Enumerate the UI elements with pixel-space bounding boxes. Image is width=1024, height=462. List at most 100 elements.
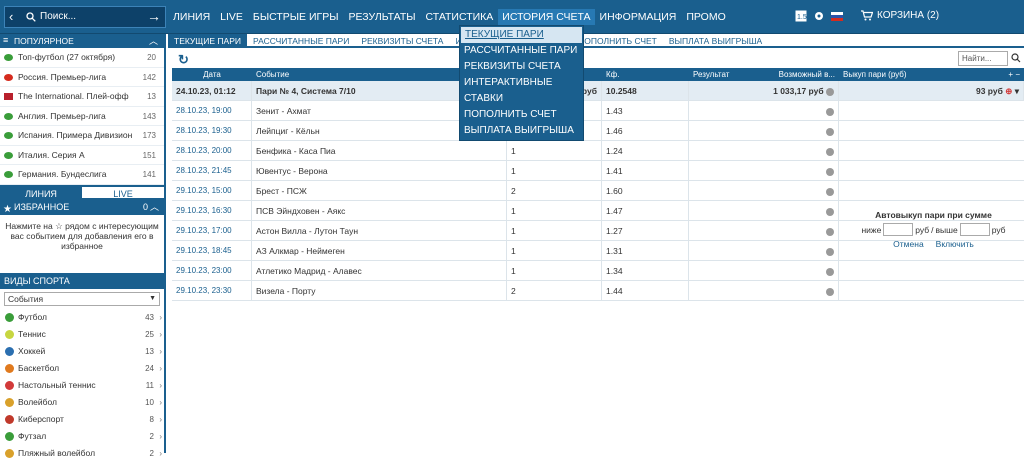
- sport-item[interactable]: Баскетбол 24 ›: [0, 360, 164, 377]
- popular-item-count: 151: [142, 150, 156, 160]
- sport-item[interactable]: Теннис 25 ›: [0, 326, 164, 343]
- row-kf: 1.47: [602, 201, 689, 220]
- row-event: Ювентус - Верона: [252, 161, 507, 180]
- sport-icon: [5, 312, 14, 322]
- popular-item[interactable]: Германия. Бундеслига 141: [0, 165, 164, 185]
- sport-icon: [5, 363, 14, 373]
- search-box[interactable]: ‹ Поиск... →: [4, 6, 166, 28]
- odds-format-icon[interactable]: 1.5: [795, 10, 807, 22]
- tab-1[interactable]: ТЕКУЩИЕ ПАРИ: [168, 34, 247, 46]
- popular-header[interactable]: ≡ ПОПУЛЯРНОЕ ︿: [0, 34, 164, 48]
- row-kf: 1.27: [602, 221, 689, 240]
- search-icon[interactable]: [1011, 53, 1021, 63]
- sidebar-tabs: ЛИНИЯ LIVE: [0, 184, 164, 199]
- nav-item[interactable]: ИНФОРМАЦИЯ: [595, 0, 682, 34]
- bet-summary-row[interactable]: 24.10.23, 01:12 Пари № 4, Система 7/10 1…: [172, 81, 1024, 101]
- row-date: 29.10.23, 23:00: [172, 261, 252, 280]
- expand-collapse-icon[interactable]: + −: [1008, 68, 1020, 81]
- tab-live[interactable]: LIVE: [82, 187, 164, 199]
- dropdown-item[interactable]: РАССЧИТАННЫЕ ПАРИ: [460, 43, 583, 59]
- table-row[interactable]: 28.10.23, 21:45 Ювентус - Верона 1 1.41: [172, 161, 1024, 181]
- tab-2[interactable]: РАССЧИТАННЫЕ ПАРИ: [247, 34, 355, 46]
- col-possible-label: Возможный в...: [778, 70, 835, 79]
- sport-item[interactable]: Футбол 43 ›: [0, 309, 164, 326]
- arrow-right-icon[interactable]: →: [147, 8, 161, 24]
- sport-item[interactable]: Футзал 2 ›: [0, 428, 164, 445]
- sport-item[interactable]: Волейбол 10 ›: [0, 394, 164, 411]
- cancel-button[interactable]: Отмена: [893, 239, 924, 249]
- nav-item[interactable]: РЕЗУЛЬТАТЫ: [344, 0, 421, 34]
- below-label: ниже: [861, 224, 882, 235]
- sport-item[interactable]: Хоккей 13 ›: [0, 343, 164, 360]
- sport-count: 8: [149, 414, 154, 424]
- table-row[interactable]: 28.10.23, 19:00Зенит - Ахмат11.43: [172, 101, 1024, 121]
- search-input[interactable]: Поиск...: [40, 11, 76, 22]
- clock-icon: [826, 287, 834, 296]
- row-date: 29.10.23, 15:00: [172, 181, 252, 200]
- cart-button[interactable]: КОРЗИНА (2): [861, 10, 939, 21]
- clock-icon: [826, 227, 834, 236]
- nav-item[interactable]: ЛИНИЯ: [168, 0, 215, 34]
- tab-3[interactable]: РЕКВИЗИТЫ СЧЕТА: [355, 34, 449, 46]
- dropdown-item[interactable]: ТЕКУЩИЕ ПАРИ: [461, 27, 582, 43]
- popular-title: ПОПУЛЯРНОЕ: [14, 36, 74, 46]
- table-row[interactable]: 29.10.23, 23:30 Визела - Порту 2 1.44: [172, 281, 1024, 301]
- row-date: 29.10.23, 23:30: [172, 281, 252, 300]
- tab-6[interactable]: ВЫПЛАТА ВЫИГРЫША: [663, 34, 768, 46]
- popular-item[interactable]: The International. Плей-офф 13: [0, 87, 164, 107]
- nav-item[interactable]: ИСТОРИЯ СЧЕТА: [498, 9, 595, 25]
- row-event: ПСВ Эйндховен - Аякс: [252, 201, 507, 220]
- popular-item[interactable]: Россия. Премьер-лига 142: [0, 68, 164, 87]
- row-event: Астон Вилла - Лутон Таун: [252, 221, 507, 240]
- tab-line[interactable]: ЛИНИЯ: [0, 186, 82, 199]
- tab-5[interactable]: ПОПОЛНИТЬ СЧЕТ: [572, 34, 663, 46]
- table-row[interactable]: 29.10.23, 23:00 Атлетико Мадрид - Алавес 1…: [172, 261, 1024, 281]
- popular-item-count: 20: [147, 53, 156, 62]
- above-label: выше: [935, 224, 958, 235]
- row-result: [689, 101, 839, 120]
- summary-date: 24.10.23, 01:12: [172, 81, 252, 100]
- sports-list: Футбол 43 › Теннис 25 › Хоккей 13 › Баскетбол 24 › Н…: [0, 309, 164, 462]
- dropdown-item[interactable]: ПОПОЛНИТЬ СЧЕТ: [460, 107, 583, 123]
- popular-item[interactable]: Топ-футбол (27 октября) 20: [0, 48, 164, 68]
- list-icon: ≡: [3, 35, 9, 45]
- nav-item[interactable]: ПРОМО: [681, 0, 730, 34]
- favorites-header[interactable]: ★ ИЗБРАННОЕ 0 ︿: [0, 198, 164, 215]
- row-kf: 1.31: [602, 241, 689, 260]
- table-row[interactable]: 28.10.23, 20:00 Бенфика - Каса Пиа 1 1.24: [172, 141, 1024, 161]
- main-content: ТЕКУЩИЕ ПАРИ РАССЧИТАННЫЕ ПАРИ РЕКВИЗИТЫ С…: [168, 34, 1024, 453]
- below-amount-input[interactable]: [883, 223, 914, 236]
- sports-filter-select[interactable]: События ▼: [4, 291, 160, 306]
- gear-icon[interactable]: [813, 10, 825, 22]
- popular-item[interactable]: Англия. Премьер-лига 143: [0, 107, 164, 126]
- row-event: Атлетико Мадрид - Алавес: [252, 261, 507, 280]
- nav-item[interactable]: БЫСТРЫЕ ИГРЫ: [248, 0, 344, 34]
- table-row[interactable]: 28.10.23, 19:30Лейпциг - Кёльн11.46: [172, 121, 1024, 141]
- row-date: 28.10.23, 19:00: [172, 101, 252, 120]
- dropdown-item[interactable]: РЕКВИЗИТЫ СЧЕТА: [460, 59, 583, 75]
- dropdown-item[interactable]: ВЫПЛАТА ВЫИГРЫША: [460, 123, 583, 139]
- popular-item[interactable]: Италия. Серия А 151: [0, 146, 164, 165]
- favorites-count: 0: [142, 201, 148, 212]
- chevron-left-icon[interactable]: ‹: [9, 9, 13, 25]
- chevron-down-icon[interactable]: ▾: [1015, 86, 1019, 96]
- enable-button[interactable]: Включить: [936, 239, 974, 249]
- buyout-button-icon[interactable]: ⊕: [1005, 86, 1012, 96]
- dropdown-item[interactable]: ИНТЕРАКТИВНЫЕ СТАВКИ: [460, 75, 583, 107]
- row-kf: 1.44: [602, 281, 689, 300]
- sport-label: Футзал: [18, 430, 47, 441]
- chevron-up-icon[interactable]: ︿: [149, 34, 158, 48]
- sport-item[interactable]: Киберспорт 8 ›: [0, 411, 164, 428]
- popular-item[interactable]: Испания. Примера Дивизион 173: [0, 126, 164, 146]
- chevron-up-icon[interactable]: ︿: [150, 199, 159, 215]
- nav-item[interactable]: LIVE: [215, 0, 248, 34]
- table-row[interactable]: 29.10.23, 15:00 Брест - ПСЖ 2 1.60: [172, 181, 1024, 201]
- above-amount-input[interactable]: [959, 223, 990, 236]
- russian-flag-icon[interactable]: [831, 10, 843, 22]
- row-date: 29.10.23, 16:30: [172, 201, 252, 220]
- refresh-icon[interactable]: ↻: [178, 52, 189, 68]
- sport-item[interactable]: Настольный теннис 11 ›: [0, 377, 164, 394]
- table-search-input[interactable]: Найти...: [958, 51, 1021, 66]
- favorites-title: ИЗБРАННОЕ: [14, 201, 70, 212]
- sport-item[interactable]: Пляжный волейбол 2 ›: [0, 445, 164, 462]
